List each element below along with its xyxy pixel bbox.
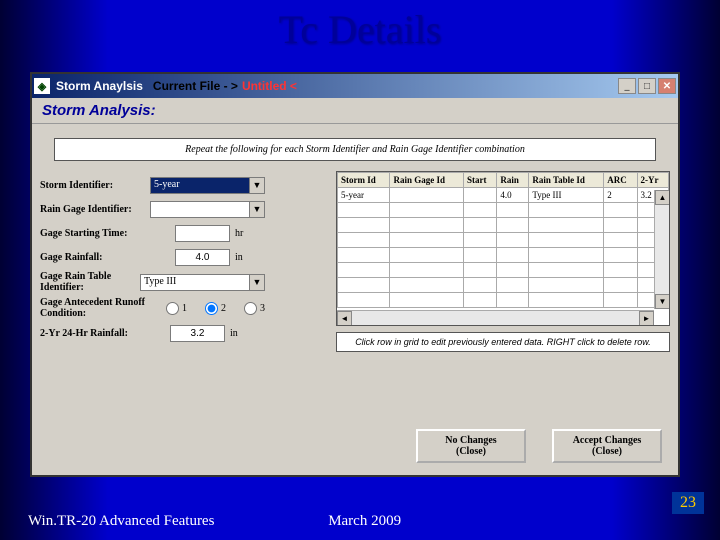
col-start[interactable]: Start <box>464 173 497 188</box>
grid-header-row: Storm Id Rain Gage Id Start Rain Rain Ta… <box>338 173 669 188</box>
no-changes-button[interactable]: No Changes (Close) <box>416 429 526 463</box>
form-panel: Storm Identifier: 5-year ▼ Rain Gage Ide… <box>40 171 332 352</box>
no-changes-l2: (Close) <box>456 446 486 457</box>
col-rain[interactable]: Rain <box>497 173 529 188</box>
grid-hint: Click row in grid to edit previously ent… <box>336 332 670 352</box>
gage-start-input[interactable] <box>175 225 230 242</box>
table-row[interactable] <box>338 203 669 218</box>
table-row[interactable] <box>338 233 669 248</box>
col-storm-id[interactable]: Storm Id <box>338 173 390 188</box>
arc-label: Gage Antecedent Runoff Condition: <box>40 297 160 319</box>
data-grid[interactable]: Storm Id Rain Gage Id Start Rain Rain Ta… <box>336 171 670 326</box>
table-row[interactable]: 5-year 4.0 Type III 2 3.2 <box>338 188 669 203</box>
footer-date: March 2009 <box>328 513 401 529</box>
cell-arc[interactable]: 2 <box>604 188 637 203</box>
app-window: ◈ Storm Anaylsis Current File - > Untitl… <box>30 72 680 477</box>
storm-id-value[interactable]: 5-year <box>150 177 250 194</box>
cell-rain[interactable]: 4.0 <box>497 188 529 203</box>
scroll-right-icon[interactable]: ► <box>639 311 654 326</box>
scrollbar-horizontal[interactable]: ◄ ► <box>337 310 654 325</box>
app-icon: ◈ <box>34 78 50 94</box>
scrollbar-vertical[interactable]: ▲ ▼ <box>654 190 669 309</box>
accept-l2: (Close) <box>592 446 622 457</box>
storm-id-combo[interactable]: 5-year ▼ <box>150 177 265 194</box>
no-changes-l1: No Changes <box>445 435 496 446</box>
table-row[interactable] <box>338 218 669 233</box>
scroll-left-icon[interactable]: ◄ <box>337 311 352 326</box>
gage-rain-label: Gage Rainfall: <box>40 252 150 263</box>
col-rain-table[interactable]: Rain Table Id <box>529 173 604 188</box>
accept-l1: Accept Changes <box>573 435 642 446</box>
gage-rain-unit: in <box>235 252 243 263</box>
minimize-button[interactable]: _ <box>618 78 636 94</box>
rain-table-label: Gage Rain Table Identifier: <box>40 271 140 293</box>
gage-start-label: Gage Starting Time: <box>40 228 175 239</box>
titlebar[interactable]: ◈ Storm Anaylsis Current File - > Untitl… <box>32 74 678 98</box>
chevron-down-icon[interactable]: ▼ <box>250 177 265 194</box>
cell-storm-id[interactable]: 5-year <box>338 188 390 203</box>
cell-start[interactable] <box>464 188 497 203</box>
footer-left: Win.TR-20 Advanced Features <box>28 513 214 529</box>
arc-radio-3[interactable] <box>244 302 257 315</box>
scroll-up-icon[interactable]: ▲ <box>655 190 670 205</box>
arc-radio-group[interactable]: 1 2 3 <box>166 302 265 315</box>
title-file: Untitled < <box>242 79 297 93</box>
chevron-down-icon[interactable]: ▼ <box>250 201 265 218</box>
col-arc[interactable]: ARC <box>604 173 637 188</box>
arc-option-1[interactable]: 1 <box>166 302 187 315</box>
rain-gage-label: Rain Gage Identifier: <box>40 204 150 215</box>
rain-table-combo[interactable]: Type III ▼ <box>140 274 265 291</box>
arc-radio-1[interactable] <box>166 302 179 315</box>
instruction-text: Repeat the following for each Storm Iden… <box>54 138 656 161</box>
arc-option-2[interactable]: 2 <box>205 302 226 315</box>
two-yr-label: 2-Yr 24-Hr Rainfall: <box>40 328 170 339</box>
title-mid: Current File - > <box>153 79 238 93</box>
col-rain-gage[interactable]: Rain Gage Id <box>390 173 464 188</box>
storm-id-label: Storm Identifier: <box>40 180 150 191</box>
footer: Win.TR-20 Advanced Features March 2009 <box>28 513 401 530</box>
table-row[interactable] <box>338 263 669 278</box>
rain-gage-combo[interactable]: ▼ <box>150 201 265 218</box>
table-row[interactable] <box>338 248 669 263</box>
cell-rain-table[interactable]: Type III <box>529 188 604 203</box>
accept-changes-button[interactable]: Accept Changes (Close) <box>552 429 662 463</box>
two-yr-input[interactable] <box>170 325 225 342</box>
table-row[interactable] <box>338 278 669 293</box>
page-number: 23 <box>672 492 704 514</box>
gage-rain-input[interactable] <box>175 249 230 266</box>
chevron-down-icon[interactable]: ▼ <box>250 274 265 291</box>
close-button[interactable]: ✕ <box>658 78 676 94</box>
rain-gage-value[interactable] <box>150 201 250 218</box>
slide-title: Tc Details <box>0 0 720 53</box>
two-yr-unit: in <box>230 328 238 339</box>
table-row[interactable] <box>338 293 669 308</box>
arc-option-3[interactable]: 3 <box>244 302 265 315</box>
gage-start-unit: hr <box>235 228 243 239</box>
scroll-down-icon[interactable]: ▼ <box>655 294 670 309</box>
maximize-button[interactable]: □ <box>638 78 656 94</box>
col-2yr[interactable]: 2-Yr <box>637 173 668 188</box>
section-header: Storm Analysis: <box>32 98 678 124</box>
arc-radio-2[interactable] <box>205 302 218 315</box>
title-main: Storm Anaylsis <box>56 79 143 93</box>
rain-table-value[interactable]: Type III <box>140 274 250 291</box>
cell-rain-gage[interactable] <box>390 188 464 203</box>
